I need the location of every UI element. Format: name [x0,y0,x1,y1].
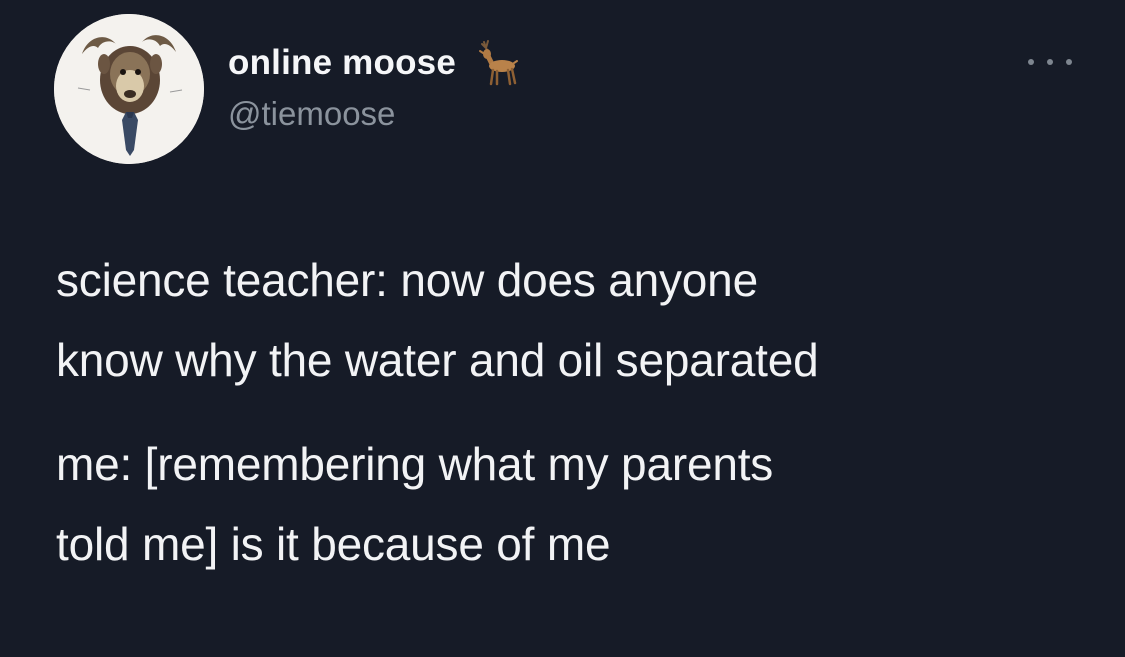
tweet-line: told me] is it because of me [56,518,611,570]
tweet-line: know why the water and oil separated [56,334,819,386]
user-handle[interactable]: @tiemoose [228,95,395,133]
tweet-text: science teacher: now does anyone know wh… [56,240,1096,584]
author-name-row[interactable]: online moose [228,38,520,88]
more-options-button[interactable] [1028,50,1072,74]
avatar[interactable] [54,14,204,164]
tweet-line: me: [remembering what my parents [56,438,774,490]
display-name[interactable]: online moose [228,43,456,83]
tweet-line: science teacher: now does anyone [56,254,758,306]
more-options-dot [1047,59,1053,65]
more-options-dot [1066,59,1072,65]
tweet-card: online moose @tiemoose science teacher: … [0,0,1125,657]
deer-icon [470,38,520,88]
moose-avatar-icon [54,14,204,164]
more-options-dot [1028,59,1034,65]
